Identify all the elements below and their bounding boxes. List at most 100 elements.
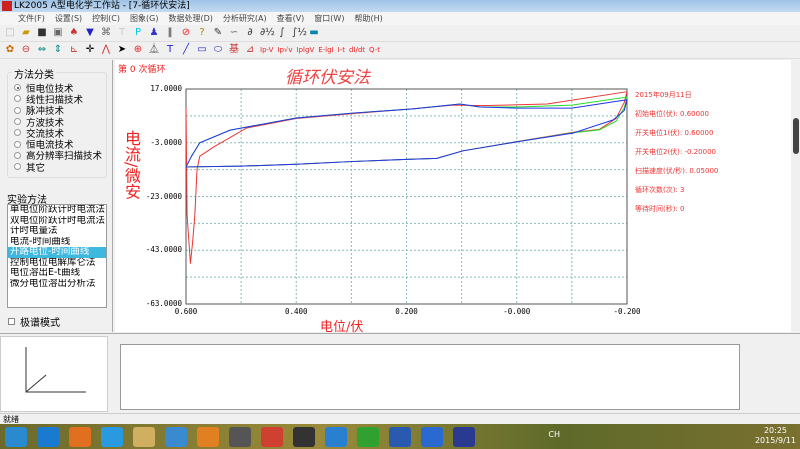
axis-icon[interactable]: ⊾: [68, 44, 80, 56]
info-line: 初始电位(伏): 0.60000: [635, 110, 709, 118]
radio-icon[interactable]: [14, 151, 21, 159]
experiment-item[interactable]: 双电位阶跃计时电流法: [8, 216, 106, 227]
checkbox-icon[interactable]: [8, 318, 15, 325]
experiment-method-list[interactable]: 单电位阶跃计时电流法 双电位阶跃计时电流法 计时电量法 电流-时间曲线 开路电位-时间曲…: [7, 204, 107, 308]
menu-item[interactable]: 帮助(H): [354, 12, 382, 25]
baseline-icon[interactable]: 基: [228, 44, 240, 56]
help-icon[interactable]: ?: [196, 27, 208, 39]
derivative-icon[interactable]: ∂: [244, 27, 256, 39]
monitor-icon[interactable]: ▬: [308, 27, 320, 39]
film-icon[interactable]: [229, 426, 251, 447]
method-label: 其它: [26, 162, 46, 174]
zoom-axis-icon[interactable]: ⊿: [244, 44, 256, 56]
axis-preview-icon: [25, 347, 86, 393]
menu-item[interactable]: 控制(C): [92, 12, 120, 25]
half-integral-icon[interactable]: ∫½: [292, 27, 307, 39]
method-radio[interactable]: 其它: [8, 161, 106, 174]
method-radio[interactable]: 高分辨率扫描技术: [8, 150, 106, 162]
explorer-icon[interactable]: [133, 426, 155, 447]
radio-icon[interactable]: [14, 118, 21, 126]
help-circle-icon[interactable]: [421, 426, 443, 447]
menu-item[interactable]: 窗口(W): [314, 12, 344, 25]
cloud-icon[interactable]: [101, 426, 123, 447]
pause-icon[interactable]: ‖: [164, 27, 176, 39]
save-icon[interactable]: ■: [36, 27, 48, 39]
cell-icon[interactable]: ⌘: [100, 27, 112, 39]
globe-icon[interactable]: [325, 426, 347, 447]
pointer-icon[interactable]: ➤: [116, 44, 128, 56]
integral-icon[interactable]: ∫: [276, 27, 288, 39]
new-icon[interactable]: □: [4, 27, 16, 39]
radio-icon[interactable]: [14, 95, 21, 103]
ie-icon[interactable]: [37, 426, 59, 447]
text-icon[interactable]: T: [164, 44, 176, 56]
open-icon[interactable]: ▰: [20, 27, 32, 39]
smooth-icon[interactable]: ∽: [228, 27, 240, 39]
clock[interactable]: 20:25 2015/9/11: [755, 426, 796, 446]
word-icon[interactable]: [389, 426, 411, 447]
start-icon[interactable]: [5, 426, 27, 447]
taskbar: CH 20:25 2015/9/11: [0, 424, 800, 449]
e-lgi-icon[interactable]: E-lgI: [318, 44, 333, 56]
palette-icon[interactable]: ✿: [4, 44, 16, 56]
electrode-icon[interactable]: ♠: [68, 27, 80, 39]
experiment-item[interactable]: 计时电量法: [8, 226, 106, 237]
i-t-icon[interactable]: I-t: [338, 44, 345, 56]
qq-icon[interactable]: [293, 426, 315, 447]
peak-icon[interactable]: ⋀: [100, 44, 112, 56]
side-scroll-handle[interactable]: [793, 118, 799, 154]
di-dt-icon[interactable]: dI/dt: [349, 44, 365, 56]
radio-icon[interactable]: [14, 129, 21, 137]
radio-icon[interactable]: [14, 106, 21, 114]
menu-item[interactable]: 设置(S): [55, 12, 82, 25]
info-line: 2015年09月11日: [635, 91, 692, 99]
shield-plus-icon[interactable]: [357, 426, 379, 447]
bottom-panel: [0, 333, 800, 412]
pen-icon[interactable]: ✎: [212, 27, 224, 39]
no-entry-icon[interactable]: ⊖: [20, 44, 32, 56]
peak-area-icon[interactable]: ⏅: [148, 44, 160, 56]
experiment-item[interactable]: 微分电位溶出分析法: [8, 279, 106, 290]
menu-item[interactable]: 文件(F): [18, 12, 45, 25]
menu-item[interactable]: 查看(V): [277, 12, 305, 25]
tray-language[interactable]: CH: [548, 430, 560, 439]
chart-panel: 第 0 次循环 循环伏安法 电流/微安 电位/伏 17.0000 -3.0000-…: [115, 60, 791, 335]
radio-icon[interactable]: [14, 140, 21, 148]
menu-item[interactable]: 数据处理(D): [168, 12, 212, 25]
experiment-item[interactable]: 单电位阶跃计时电流法: [8, 205, 106, 216]
funnel-icon[interactable]: ▼: [84, 27, 96, 39]
left-panel: 恒电位技术 线性扫描技术 脉冲技术 方波技术 交流技术 恒电流技术 高分辨率扫描技术 其它 方…: [0, 60, 113, 332]
polarography-mode-checkbox[interactable]: 极谱模式: [8, 314, 60, 329]
rectangle-icon[interactable]: ▭: [196, 44, 208, 56]
radio-icon[interactable]: [14, 84, 21, 92]
stop-icon[interactable]: ⊘: [180, 27, 192, 39]
radio-icon[interactable]: [14, 163, 21, 171]
target-icon[interactable]: ⊕: [132, 44, 144, 56]
experiment-item[interactable]: 控制电位电解库仑法: [8, 258, 106, 269]
chrome-icon[interactable]: [261, 426, 283, 447]
package-icon[interactable]: [197, 426, 219, 447]
t-icon[interactable]: T: [116, 27, 128, 39]
menu-item[interactable]: 图象(G): [130, 12, 158, 25]
ip-lgv-icon[interactable]: IplgV: [297, 44, 315, 56]
p-icon[interactable]: P: [132, 27, 144, 39]
experiment-item[interactable]: 电流-时间曲线: [8, 237, 106, 248]
half-derivative-icon[interactable]: ∂½: [260, 27, 275, 39]
lk-icon[interactable]: [453, 426, 475, 447]
experiment-item[interactable]: 开路电位-时间曲线: [8, 247, 106, 258]
line-icon[interactable]: ╱: [180, 44, 192, 56]
crosshair-icon[interactable]: ✛: [84, 44, 96, 56]
menu-item[interactable]: 分析研究(A): [223, 12, 267, 25]
q-t-icon[interactable]: Q-t: [369, 44, 380, 56]
media-player-icon[interactable]: [69, 426, 91, 447]
bird-icon[interactable]: [165, 426, 187, 447]
vertical-arrows-icon[interactable]: ⇕: [52, 44, 64, 56]
print-icon[interactable]: ▣: [52, 27, 64, 39]
notes-textarea[interactable]: [120, 344, 740, 410]
ip-v-icon[interactable]: Ip-V: [260, 44, 273, 56]
ellipse-icon[interactable]: ⬭: [212, 44, 224, 56]
run-icon[interactable]: ♟: [148, 27, 160, 39]
horizontal-arrows-icon[interactable]: ⇔: [36, 44, 48, 56]
ip-sqrtv-icon[interactable]: Ip√v: [277, 44, 292, 56]
experiment-item[interactable]: 电位溶出E-t曲线: [8, 268, 106, 279]
